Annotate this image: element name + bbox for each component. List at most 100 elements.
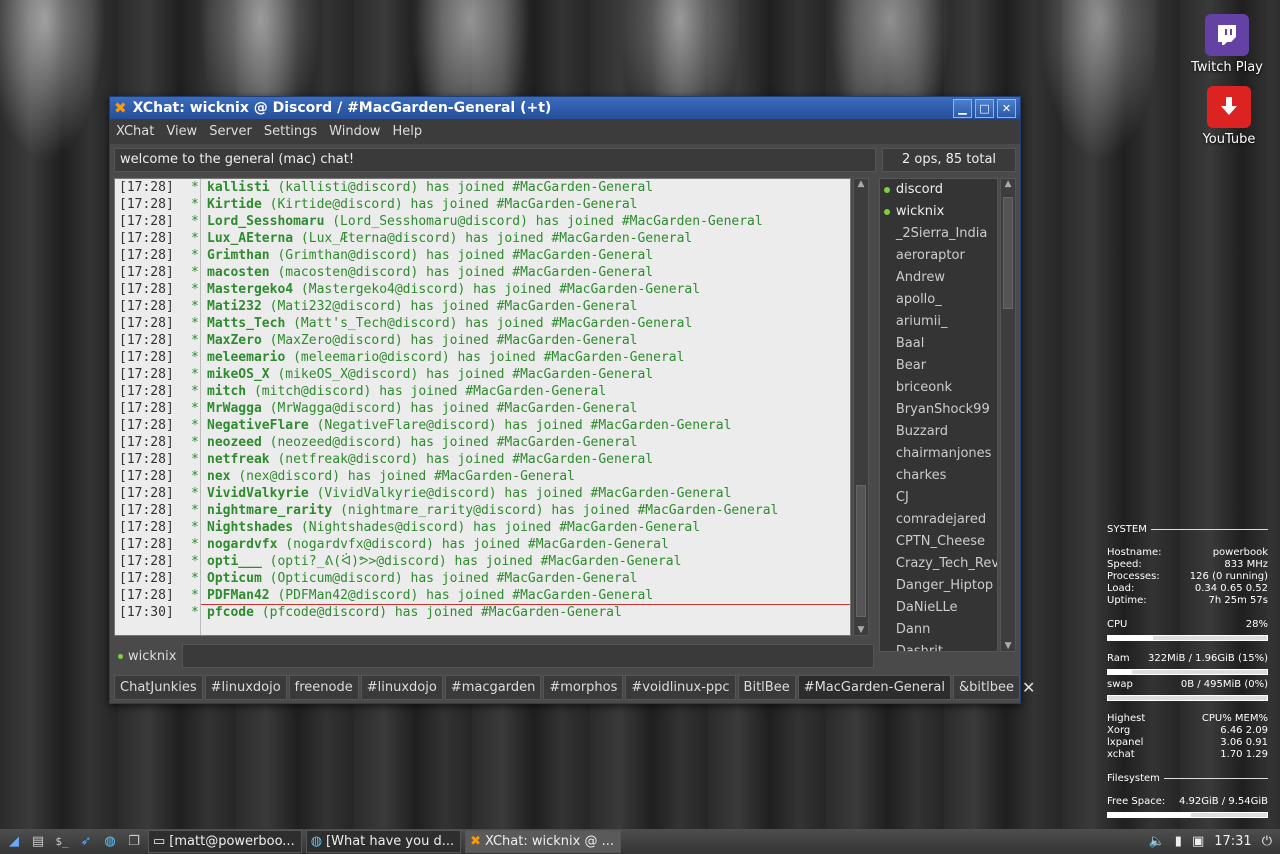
windows-icon[interactable]: ❐ (124, 832, 144, 852)
globe-icon[interactable]: ◍ (100, 832, 120, 852)
userlist-item[interactable]: Dashrit (880, 641, 997, 651)
message-nick[interactable]: mikeOS_X (207, 367, 270, 382)
message-nick[interactable]: MrWagga (207, 401, 262, 416)
message-nick[interactable]: Matts_Tech (207, 316, 285, 331)
network-icon[interactable]: ▣ (1192, 834, 1204, 849)
task-xchat[interactable]: ✖ XChat: wicknix @ ... (465, 830, 621, 853)
maximize-button[interactable]: □ (975, 98, 994, 118)
channel-tab[interactable]: #linuxdojo (204, 674, 287, 700)
userlist-item[interactable]: apollo_ (880, 289, 997, 311)
userlist-item[interactable]: Andrew (880, 267, 997, 289)
chat-log[interactable]: [17:28] * kallisti (kallisti@discord) has … (114, 178, 852, 636)
channel-tab[interactable]: BitlBee (737, 674, 796, 700)
userlist-item[interactable]: discord (880, 179, 997, 201)
message-nick[interactable]: Lord_Sesshomaru (207, 214, 324, 229)
chat-scrollbar[interactable]: ▲ ▼ (853, 178, 869, 636)
menu-settings[interactable]: Settings (264, 124, 317, 139)
userlist-item[interactable]: comradejared (880, 509, 997, 531)
userlist-item[interactable]: _2Sierra_India (880, 223, 997, 245)
userlist-item[interactable]: briceonk (880, 377, 997, 399)
message-text: (neozeed@discord) has joined #MacGarden-… (269, 435, 638, 450)
channel-tab[interactable]: #macgarden (444, 674, 542, 700)
userlist-item[interactable]: chairmanjones (880, 443, 997, 465)
userlist-item[interactable]: BryanShock99 (880, 399, 997, 421)
volume-icon[interactable]: 🔈 (1149, 834, 1165, 849)
file-manager-icon[interactable]: ▤ (28, 832, 48, 852)
message-nick[interactable]: pfcode (207, 605, 254, 620)
message-nick[interactable]: nex (207, 469, 230, 484)
message-nick[interactable]: nightmare_rarity (207, 503, 332, 518)
message-nick[interactable]: meleemario (207, 350, 285, 365)
scroll-up-icon[interactable]: ▲ (854, 179, 868, 189)
user-list[interactable]: discord wicknix _2Sierra_India aeroraptor An… (878, 178, 999, 652)
task-terminal[interactable]: ▭ [matt@powerboo... (148, 830, 302, 853)
start-menu-icon[interactable]: ◢ (4, 832, 24, 852)
userlist-item[interactable]: Crazy_Tech_Revi (880, 553, 997, 575)
desktop-icon-youtube[interactable]: YouTube (1184, 86, 1274, 147)
menu-server[interactable]: Server (209, 124, 252, 139)
userlist-item[interactable]: aeroraptor (880, 245, 997, 267)
scroll-down-icon[interactable]: ▼ (854, 625, 868, 635)
message-nick[interactable]: NegativeFlare (207, 418, 309, 433)
userlist-item[interactable]: Danger_Hiptop (880, 575, 997, 597)
scroll-up-icon[interactable]: ▲ (1001, 179, 1015, 189)
message-nick[interactable]: kallisti (207, 180, 270, 195)
message-nick[interactable]: neozeed (207, 435, 262, 450)
battery-icon[interactable]: ▮ (1175, 834, 1182, 849)
message-nick[interactable]: PDFMan42 (207, 588, 270, 603)
userlist-scroll-thumb[interactable] (1003, 197, 1013, 309)
channel-tab[interactable]: #linuxdojo (360, 674, 443, 700)
channel-tab[interactable]: &bitlbee (952, 674, 1020, 700)
channel-tab[interactable]: #voidlinux-ppc (625, 674, 736, 700)
bird-icon[interactable]: ➶ (76, 832, 96, 852)
menu-view[interactable]: View (166, 124, 197, 139)
message-nick[interactable]: Kirtide (207, 197, 262, 212)
chat-scroll-thumb[interactable] (856, 485, 866, 617)
task-browser[interactable]: ◍ [What have you d... (305, 830, 462, 853)
userlist-item[interactable]: Bear (880, 355, 997, 377)
message-nick[interactable]: netfreak (207, 452, 270, 467)
clock[interactable]: 17:31 (1214, 834, 1251, 849)
userlist-scrollbar[interactable]: ▲ ▼ (1000, 178, 1016, 652)
message-input[interactable] (182, 644, 874, 668)
message-nick[interactable]: MaxZero (207, 333, 262, 348)
message-nick[interactable]: VividValkyrie (207, 486, 309, 501)
channel-tab[interactable]: #morphos (543, 674, 624, 700)
userlist-item[interactable]: Baal (880, 333, 997, 355)
desktop-icon-twitch-play[interactable]: Twitch Play (1182, 14, 1272, 75)
channel-tab[interactable]: freenode (288, 674, 359, 700)
userlist-item[interactable]: CPTN_Cheese (880, 531, 997, 553)
userlist-item[interactable]: wicknix (880, 201, 997, 223)
message-nick[interactable]: Lux_AEterna (207, 231, 293, 246)
close-tab-icon[interactable]: ✕ (1022, 678, 1047, 697)
channel-tab[interactable]: #MacGarden-General (797, 674, 951, 700)
power-icon[interactable]: ⏻ (1262, 834, 1272, 849)
userlist-item[interactable]: CJ (880, 487, 997, 509)
userlist-item[interactable]: charkes (880, 465, 997, 487)
menu-help[interactable]: Help (392, 124, 422, 139)
message-nick[interactable]: Mastergeko4 (207, 282, 293, 297)
message-nick[interactable]: macosten (207, 265, 270, 280)
topic-field[interactable]: welcome to the general (mac) chat! (114, 148, 876, 172)
message-nick[interactable]: opti___ (207, 554, 262, 569)
nick-button[interactable]: wicknix (114, 649, 182, 664)
terminal-icon[interactable]: $_ (52, 832, 72, 852)
close-button[interactable]: ✕ (997, 98, 1016, 118)
menu-xchat[interactable]: XChat (116, 124, 154, 139)
message-nick[interactable]: Mati232 (207, 299, 262, 314)
scroll-down-icon[interactable]: ▼ (1001, 641, 1015, 651)
menu-window[interactable]: Window (329, 124, 380, 139)
minimize-button[interactable]: ▁ (953, 98, 972, 118)
message-nick[interactable]: nogardvfx (207, 537, 277, 552)
window-titlebar[interactable]: ✖ XChat: wicknix @ Discord / #MacGarden-… (110, 97, 1020, 119)
userlist-item[interactable]: Dann (880, 619, 997, 641)
userlist-item[interactable]: DaNieLLe (880, 597, 997, 619)
message-nick[interactable]: Opticum (207, 571, 262, 586)
message-nick[interactable]: Grimthan (207, 248, 270, 263)
userlist-item[interactable]: ariumii_ (880, 311, 997, 333)
message-nick[interactable]: mitch (207, 384, 246, 399)
userlist-item[interactable]: Buzzard (880, 421, 997, 443)
message-nick[interactable]: Nightshades (207, 520, 293, 535)
channel-tab[interactable]: ChatJunkies (114, 674, 203, 700)
pane-separator[interactable] (869, 178, 879, 636)
